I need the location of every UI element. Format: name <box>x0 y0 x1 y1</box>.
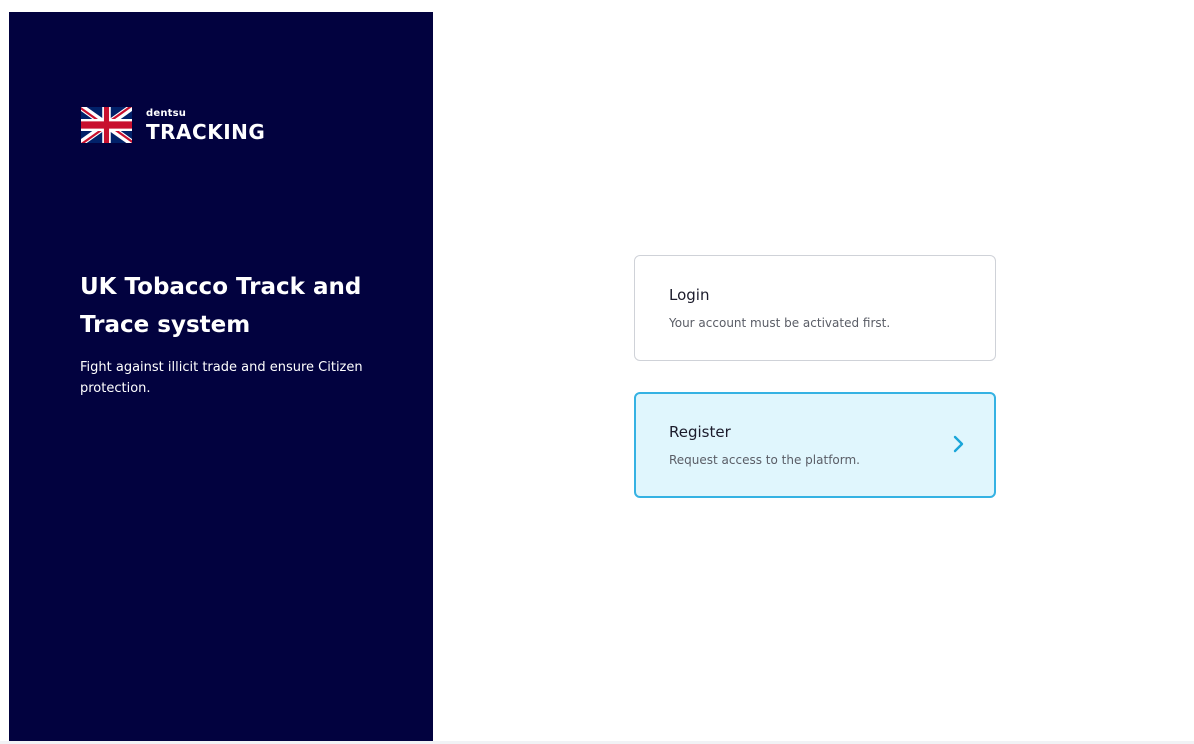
login-title: Login <box>669 286 710 304</box>
register-subtitle: Request access to the platform. <box>669 453 860 467</box>
brand-product: TRACKING <box>146 119 266 144</box>
login-option-card[interactable]: Login Your account must be activated fir… <box>634 255 996 361</box>
page: dentsu TRACKING UK Tobacco Track and Tra… <box>0 0 1194 744</box>
register-option-card[interactable]: Register Request access to the platform. <box>634 392 996 498</box>
chevron-right-icon <box>953 435 964 453</box>
page-headline: UK Tobacco Track and Trace system <box>80 274 362 338</box>
brand-company: dentsu <box>146 107 187 119</box>
uk-flag-icon <box>81 107 132 143</box>
brand-logo: dentsu TRACKING <box>81 107 265 143</box>
brand-wordmark: dentsu TRACKING <box>146 107 266 144</box>
register-title: Register <box>669 423 731 441</box>
login-subtitle: Your account must be activated first. <box>669 316 891 330</box>
brand-panel: dentsu TRACKING UK Tobacco Track and Tra… <box>9 12 433 741</box>
page-tagline: Fight against illicit trade and ensure C… <box>80 360 363 396</box>
